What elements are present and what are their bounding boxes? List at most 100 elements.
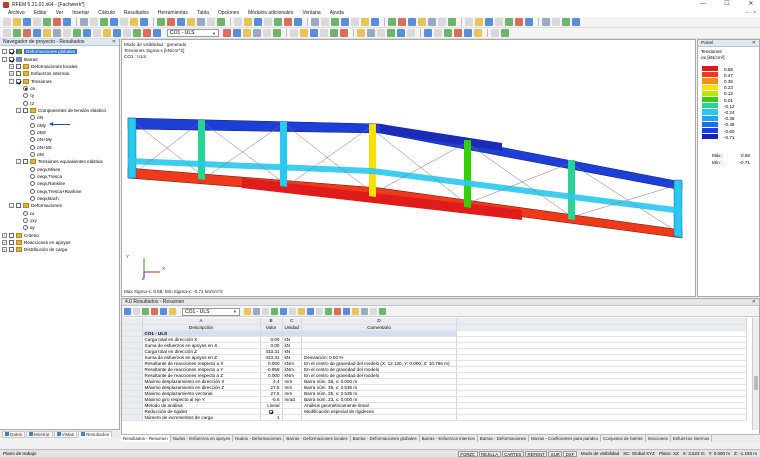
pin-icon[interactable]: ✕ xyxy=(112,39,116,45)
navigator-item[interactable]: σMz xyxy=(2,129,119,136)
toolbar-icon[interactable] xyxy=(33,29,41,37)
expand-toggle-icon[interactable]: - xyxy=(2,56,7,62)
toolbar-icon[interactable] xyxy=(388,18,396,26)
toolbar-icon[interactable] xyxy=(505,18,513,26)
result-tab-4[interactable]: Barras - Deformaciones globales xyxy=(351,435,420,442)
toolbar-icon[interactable] xyxy=(271,308,278,315)
toolbar-icon[interactable] xyxy=(407,29,415,37)
navigator-item[interactable]: τy xyxy=(2,92,119,99)
toolbar-icon[interactable] xyxy=(263,29,271,37)
radio-button[interactable] xyxy=(30,174,35,180)
vertical-member[interactable] xyxy=(464,140,471,208)
navigator-item[interactable]: τz xyxy=(2,99,119,106)
menu-item-1[interactable]: Editar xyxy=(30,10,51,16)
toolbar-icon[interactable] xyxy=(243,29,251,37)
cell-value[interactable]: 1 xyxy=(260,414,283,422)
menu-item-5[interactable]: Resultados xyxy=(120,10,153,16)
toolbar-icon[interactable] xyxy=(341,18,349,26)
navigator-item[interactable]: - Tensiones equivalentes elástica xyxy=(2,158,119,165)
toolbar-icon[interactable] xyxy=(13,18,21,26)
toolbar-icon[interactable] xyxy=(284,18,292,26)
toolbar-icon[interactable] xyxy=(294,18,302,26)
radio-button[interactable] xyxy=(30,122,35,128)
toolbar-icon[interactable] xyxy=(495,18,503,26)
toolbar-icon[interactable] xyxy=(13,29,21,37)
toolbar-icon[interactable] xyxy=(133,29,141,37)
result-tab-2[interactable]: Nudos - Deformaciones xyxy=(233,435,285,442)
expand-toggle-icon[interactable]: + xyxy=(2,247,7,253)
checkbox[interactable] xyxy=(9,247,14,253)
toolbar-icon[interactable] xyxy=(311,18,319,26)
toolbar-icon[interactable] xyxy=(448,18,456,26)
menu-item-3[interactable]: Insertar xyxy=(68,10,93,16)
toolbar-icon[interactable] xyxy=(352,308,359,315)
status-toggle-sur[interactable]: SUR xyxy=(548,450,563,457)
toolbar-icon[interactable] xyxy=(289,308,296,315)
toolbar-icon[interactable] xyxy=(330,29,338,37)
header-unidad[interactable]: Unidad xyxy=(282,324,303,331)
toolbar-icon[interactable] xyxy=(83,29,91,37)
toolbar-icon[interactable] xyxy=(197,18,205,26)
toolbar-icon[interactable] xyxy=(485,18,493,26)
cell-comment[interactable]: En el centro de gravedad del modelo (X: … xyxy=(301,360,458,367)
toolbar-icon[interactable] xyxy=(143,29,151,37)
cell-unit[interactable] xyxy=(282,414,303,422)
navigator-item[interactable]: σeqv,Tresca+Rankine xyxy=(2,188,119,195)
status-toggle-refent[interactable]: REFENT xyxy=(525,450,548,457)
navigator-item[interactable]: + Criterio xyxy=(2,232,119,239)
toolbar-icon[interactable] xyxy=(234,18,242,26)
scrollbar-thumb[interactable] xyxy=(754,376,758,390)
navigator-item[interactable]: κy xyxy=(2,224,119,231)
result-tab-8[interactable]: Conjuntos de barras xyxy=(601,435,646,442)
maximize-button[interactable]: ☐ xyxy=(722,0,732,9)
status-toggle-cartes[interactable]: CARTES xyxy=(501,450,524,457)
toolbar-icon[interactable] xyxy=(501,29,509,37)
toolbar-icon[interactable] xyxy=(310,29,318,37)
navigator-item[interactable]: - Tensiones xyxy=(2,77,119,84)
toolbar-icon[interactable] xyxy=(123,29,131,37)
checkbox[interactable] xyxy=(9,56,14,62)
checkbox[interactable] xyxy=(16,203,21,209)
status-toggle-forzc[interactable]: FORZC xyxy=(457,450,478,457)
checkbox[interactable] xyxy=(269,410,273,414)
toolbar-icon[interactable] xyxy=(290,29,298,37)
toolbar-icon[interactable] xyxy=(53,29,61,37)
toolbar-icon[interactable] xyxy=(474,29,482,37)
toolbar-icon[interactable] xyxy=(207,18,215,26)
load-case-combo[interactable]: CO1 - ULS ▼ xyxy=(167,29,219,37)
radio-button[interactable] xyxy=(23,225,28,231)
toolbar-icon[interactable] xyxy=(361,18,369,26)
toolbar-icon[interactable] xyxy=(103,29,111,37)
toolbar-icon[interactable] xyxy=(110,18,118,26)
navigator-item[interactable]: - Deformaciones xyxy=(2,202,119,209)
toolbar-icon[interactable] xyxy=(418,18,426,26)
toolbar-icon[interactable] xyxy=(177,18,185,26)
radio-button[interactable] xyxy=(30,115,35,121)
navigator-item[interactable]: εx xyxy=(2,210,119,217)
toolbar-icon[interactable] xyxy=(169,308,176,315)
minimize-button[interactable]: — xyxy=(698,0,708,9)
toolbar-icon[interactable] xyxy=(151,308,158,315)
checkbox[interactable] xyxy=(16,71,21,77)
navigator-item[interactable]: - Deformaciones globales xyxy=(2,48,119,55)
radio-button[interactable] xyxy=(30,151,35,157)
toolbar-icon[interactable] xyxy=(515,18,523,26)
result-tab-5[interactable]: Barras - Esfuerzos internos xyxy=(420,435,478,442)
toolbar-icon[interactable] xyxy=(552,18,560,26)
toolbar-icon[interactable] xyxy=(142,308,149,315)
toolbar-icon[interactable] xyxy=(90,18,98,26)
close-icon[interactable]: ✕ xyxy=(752,299,756,305)
toolbar-icon[interactable] xyxy=(233,29,241,37)
close-icon[interactable]: ✕ xyxy=(752,40,756,46)
expand-toggle-icon[interactable]: - xyxy=(16,159,21,165)
toolbar-icon[interactable] xyxy=(316,308,323,315)
navigator-tab-0[interactable]: Datos xyxy=(2,430,26,438)
checkbox[interactable] xyxy=(9,49,14,55)
menu-item-11[interactable]: Ayuda xyxy=(326,10,348,16)
navigator-item[interactable]: σeqv,Mises xyxy=(2,166,119,173)
toolbar-icon[interactable] xyxy=(408,18,416,26)
toolbar-icon[interactable] xyxy=(63,18,71,26)
navigator-item[interactable]: + Distribución de carga xyxy=(2,246,119,253)
navigator-item[interactable]: σN+My xyxy=(2,136,119,143)
toolbar-icon[interactable] xyxy=(428,18,436,26)
